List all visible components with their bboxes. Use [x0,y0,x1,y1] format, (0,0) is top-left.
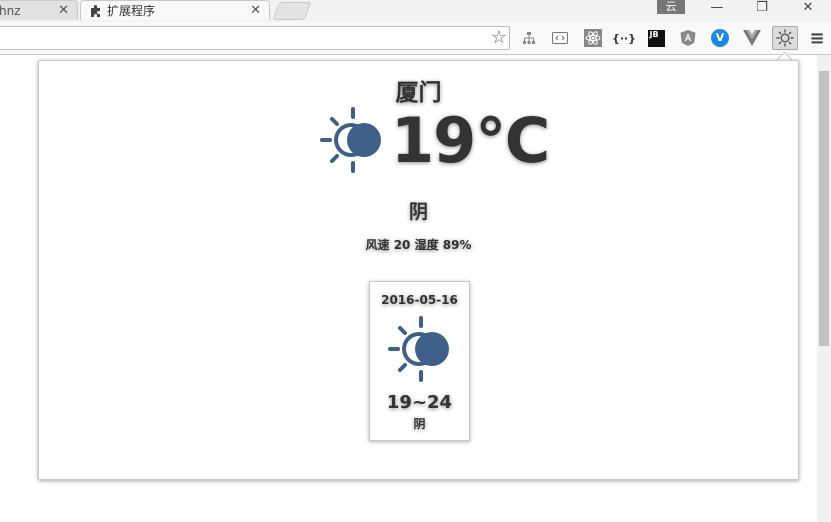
jetbrains-badge: JB [647,29,665,47]
sitemap-icon[interactable] [518,27,540,49]
json-icon[interactable]: {··} [611,27,637,49]
tab-close-icon[interactable]: ✕ [250,1,261,20]
json-icon-glyph: {··} [611,31,637,45]
menu-icon[interactable]: ≡ [806,27,828,49]
v-blue-badge: V [711,29,729,47]
current-temperature: 19℃ [391,104,550,177]
vue-icon[interactable] [741,27,763,49]
tab-close-icon[interactable]: ✕ [58,1,69,20]
minimize-button[interactable]: — [697,0,737,18]
scrollbar-thumb[interactable] [819,71,829,346]
wind-humidity-details: 风速 20 湿度 89% [365,238,472,252]
jetbrains-icon[interactable]: JB [645,27,667,49]
current-condition: 阴 [408,201,428,223]
angular-icon[interactable] [677,27,699,49]
address-bar[interactable]: ☆ [0,26,510,50]
browser-toolbar: ☆ {··} JB V ≡ [0,22,831,55]
close-window-button[interactable]: ✕ [788,0,828,18]
tab-hnz[interactable]: hnz ✕ [0,0,78,20]
bookmark-star-icon[interactable]: ☆ [491,27,507,49]
puzzle-icon [91,5,100,17]
new-tab-button[interactable] [272,2,312,20]
v-blue-icon[interactable]: V [709,27,731,49]
weather-extension-icon[interactable] [772,26,798,50]
forecast-date: 2016-05-16 [381,293,458,307]
forecast-temperature-range: 19~24 [386,392,453,413]
partly-cloudy-sun-icon [320,107,381,173]
view-source-icon[interactable] [549,27,571,49]
react-icon[interactable] [582,27,604,49]
partly-cloudy-sun-icon [388,316,449,382]
forecast-card: 2016-05-16 19~24 阴 [369,281,470,441]
tab-label: 扩展程序 [107,4,156,18]
tab-strip: hnz ✕ 扩展程序 ✕ 云 — ❐ ✕ [0,0,831,22]
forecast-condition: 阴 [413,417,426,431]
weather-popup: 厦门 19℃ 阴 风速 20 湿度 89% 2016-05-16 19~24 阴 [38,60,799,480]
city-name: 厦门 [395,80,442,106]
profile-badge[interactable]: 云 [657,0,685,14]
tab-extensions[interactable]: 扩展程序 ✕ [80,0,270,20]
page-scrollbar[interactable] [817,55,831,522]
tab-label: hnz [0,4,21,18]
menu-glyph: ≡ [809,27,825,49]
restore-button[interactable]: ❐ [742,0,782,18]
